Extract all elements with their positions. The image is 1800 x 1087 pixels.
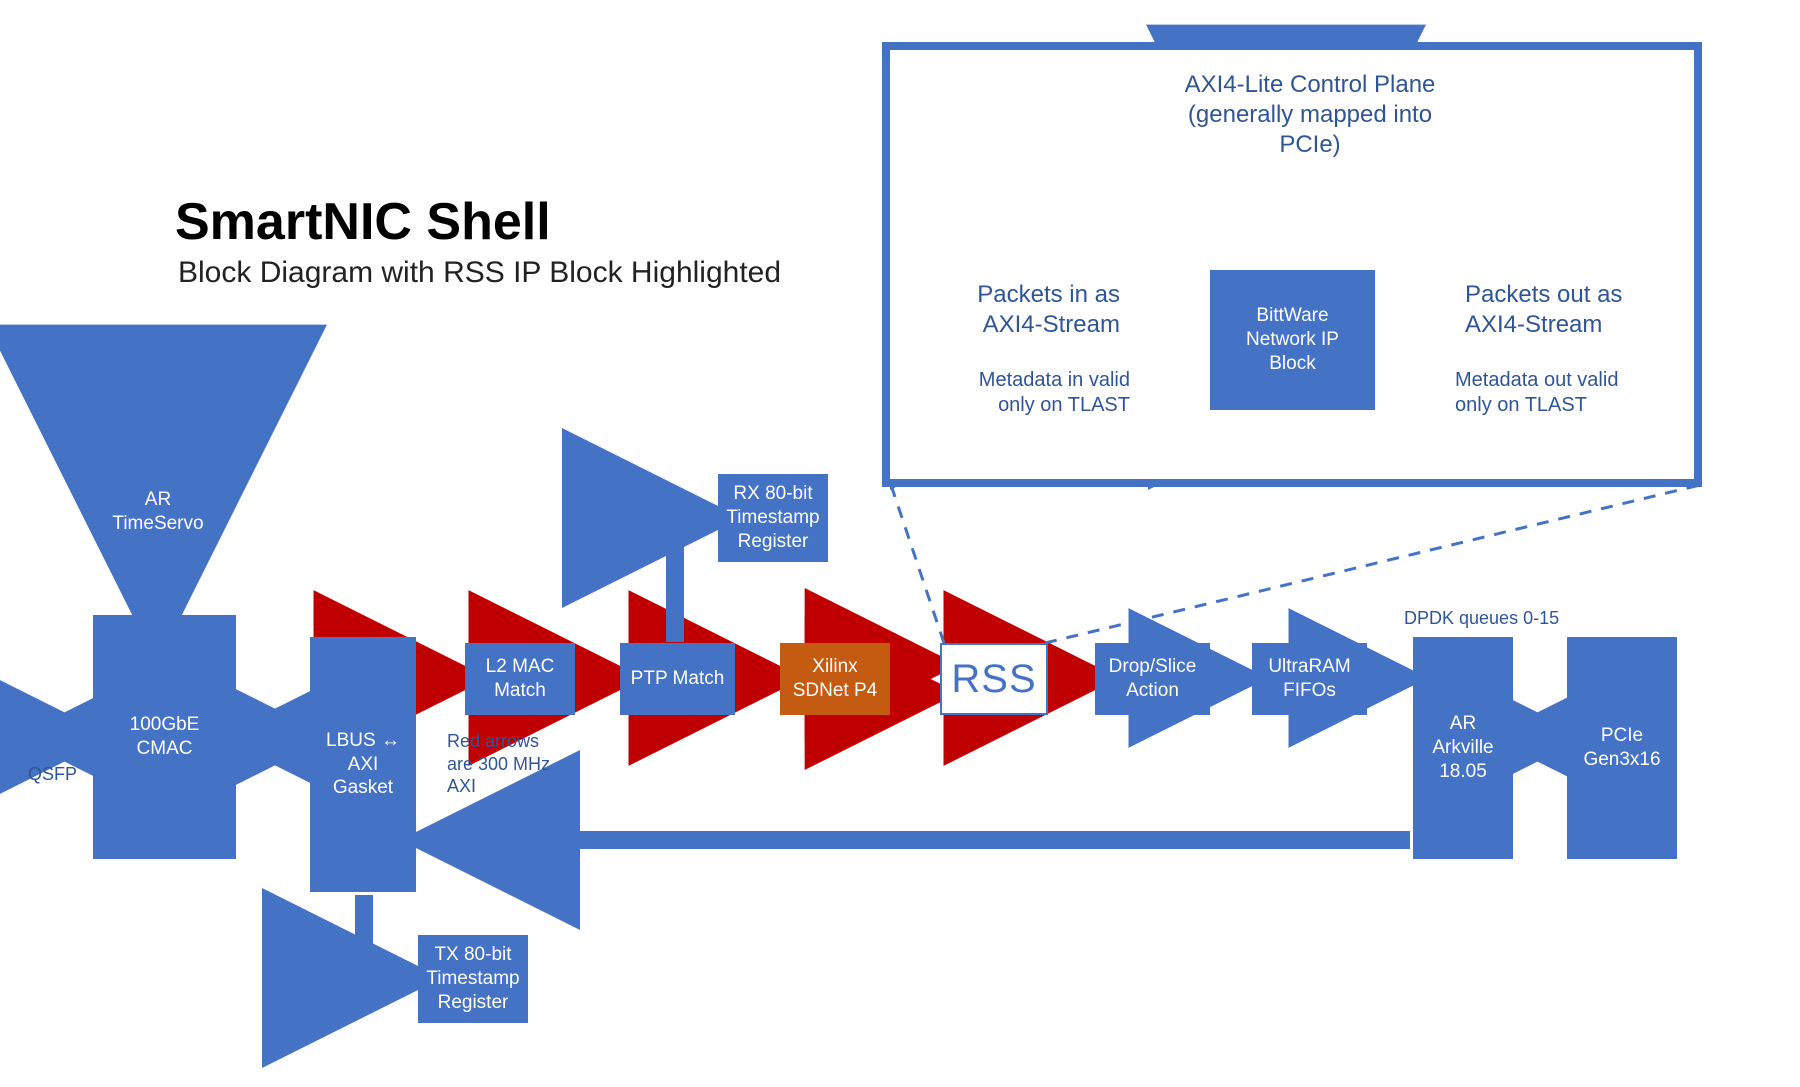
box-ptp: PTP Match — [620, 643, 735, 715]
inset-control-plane: AXI4-Lite Control Plane (generally mappe… — [1140, 70, 1480, 160]
box-pcie: PCIe Gen3x16 — [1567, 637, 1677, 859]
box-rss: RSS — [940, 643, 1048, 715]
box-ar-timeservo: AR TimeServo — [103, 474, 213, 550]
title-sub: Block Diagram with RSS IP Block Highligh… — [178, 256, 781, 290]
box-arkville: AR Arkville 18.05 — [1413, 637, 1513, 859]
label-red-note: Red arrows are 300 MHz AXI — [447, 730, 550, 798]
box-dropslice: Drop/Slice Action — [1095, 643, 1210, 715]
diagram-canvas: SmartNIC Shell Block Diagram with RSS IP… — [0, 0, 1800, 1087]
inset-meta-out: Metadata out valid only on TLAST — [1455, 368, 1685, 418]
inset-center-box: BittWare Network IP Block — [1210, 270, 1375, 410]
inset-center-label: BittWare Network IP Block — [1246, 304, 1339, 375]
box-tx-timestamp-label: TX 80-bit Timestamp Register — [426, 943, 519, 1014]
box-rx-timestamp: RX 80-bit Timestamp Register — [718, 474, 828, 562]
box-lbus: LBUS ↔ AXI Gasket — [310, 637, 416, 892]
box-pcie-label: PCIe Gen3x16 — [1583, 724, 1660, 772]
box-dropslice-label: Drop/Slice Action — [1109, 655, 1197, 703]
label-dpdk: DPDK queues 0-15 — [1404, 607, 1559, 630]
box-l2mac: L2 MAC Match — [465, 643, 575, 715]
box-rx-timestamp-label: RX 80-bit Timestamp Register — [726, 482, 819, 553]
inset-frame: AXI4-Lite Control Plane (generally mappe… — [882, 42, 1702, 487]
inset-packets-in: Packets in as AXI4-Stream — [905, 280, 1120, 340]
box-sdnet: Xilinx SDNet P4 — [780, 643, 890, 715]
box-ultraram: UltraRAM FIFOs — [1252, 643, 1367, 715]
box-tx-timestamp: TX 80-bit Timestamp Register — [418, 935, 528, 1023]
box-ar-timeservo-label: AR TimeServo — [112, 488, 203, 536]
box-ultraram-label: UltraRAM FIFOs — [1268, 655, 1350, 703]
box-sdnet-label: Xilinx SDNet P4 — [793, 655, 877, 703]
box-ptp-label: PTP Match — [631, 667, 725, 691]
inset-packets-out: Packets out as AXI4-Stream — [1465, 280, 1685, 340]
box-cmac-label: 100GbE CMAC — [130, 713, 200, 761]
inset-meta-in: Metadata in valid only on TLAST — [905, 368, 1130, 418]
box-l2mac-label: L2 MAC Match — [486, 655, 555, 703]
box-rss-label: RSS — [951, 654, 1036, 704]
title-main: SmartNIC Shell — [175, 192, 551, 252]
box-lbus-label: LBUS ↔ AXI Gasket — [326, 729, 400, 800]
label-qsfp: QSFP — [28, 763, 77, 786]
box-arkville-label: AR Arkville 18.05 — [1432, 712, 1493, 783]
box-cmac: 100GbE CMAC — [93, 615, 236, 859]
